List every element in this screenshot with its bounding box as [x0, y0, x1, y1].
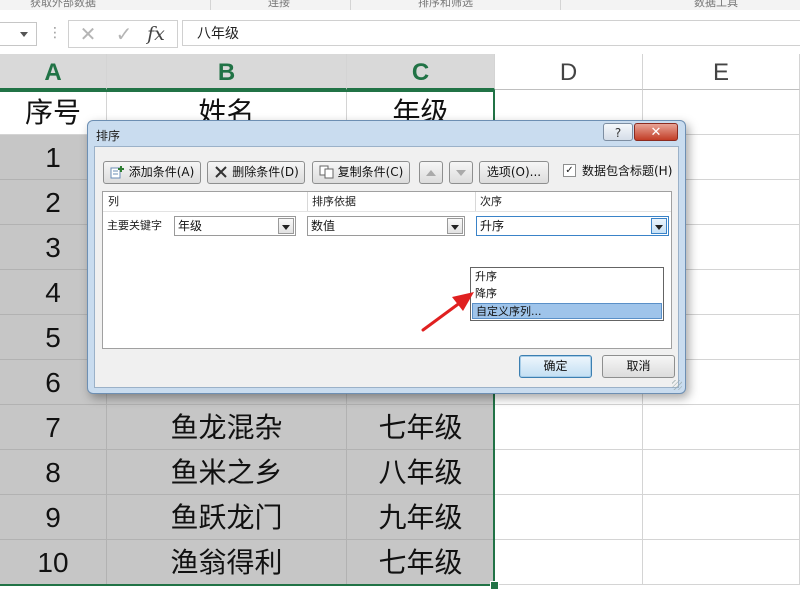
sort-order-select[interactable]: 升序: [476, 216, 669, 236]
name-box-dropdown[interactable]: [0, 22, 37, 46]
ribbon-separator: [210, 0, 211, 10]
table-cell[interactable]: 8: [0, 450, 107, 495]
resize-grip-icon[interactable]: [672, 380, 682, 390]
add-level-button[interactable]: 添加条件(A): [103, 161, 201, 184]
table-cell[interactable]: 九年级: [347, 495, 495, 540]
delete-level-label: 删除条件(D): [232, 165, 299, 179]
formula-bar: ⋮ ✕ ✓ fx 八年级: [0, 10, 800, 55]
empty-cell[interactable]: [643, 495, 800, 540]
move-up-button[interactable]: [419, 161, 443, 184]
dialog-title: 排序: [96, 129, 121, 143]
check-icon[interactable]: ✓: [109, 21, 139, 47]
arrow-down-icon: [456, 169, 466, 176]
copy-icon: [319, 165, 334, 178]
chevron-down-icon[interactable]: [447, 218, 463, 234]
ribbon-group-data-tools[interactable]: 数据工具: [694, 0, 738, 10]
sort-order-dropdown: 升序 降序 自定义序列...: [470, 267, 664, 321]
empty-cell[interactable]: [495, 540, 643, 585]
formula-bar-grip-icon[interactable]: ⋮: [48, 24, 62, 42]
column-header-e[interactable]: E: [643, 54, 800, 90]
table-cell[interactable]: 9: [0, 495, 107, 540]
order-option-custom-list[interactable]: 自定义序列...: [472, 303, 662, 319]
formula-input[interactable]: 八年级: [182, 20, 800, 46]
delete-level-button[interactable]: 删除条件(D): [207, 161, 305, 184]
move-down-button[interactable]: [449, 161, 473, 184]
ribbon-separator: [350, 0, 351, 10]
empty-cell[interactable]: [643, 450, 800, 495]
help-button[interactable]: ?: [603, 123, 633, 141]
column-header-b[interactable]: B: [107, 54, 347, 90]
column-header-c[interactable]: C: [347, 54, 495, 90]
delete-icon: [215, 165, 227, 178]
insert-function-icon[interactable]: fx: [141, 21, 171, 47]
table-cell[interactable]: 七年级: [347, 405, 495, 450]
table-cell[interactable]: 鱼龙混杂: [107, 405, 347, 450]
column-headers: A B C D E: [0, 54, 800, 90]
list-header-order: 次序: [480, 195, 502, 208]
formula-buttons: ✕ ✓ fx: [68, 20, 178, 48]
options-button[interactable]: 选项(O)...: [479, 161, 549, 184]
table-cell[interactable]: 鱼米之乡: [107, 450, 347, 495]
column-header-a[interactable]: A: [0, 54, 107, 90]
ribbon-group-get-external-data[interactable]: 获取外部数据: [30, 0, 96, 10]
cancel-button[interactable]: 取消: [602, 355, 675, 378]
chevron-down-icon[interactable]: [278, 218, 294, 234]
list-header-sort-on: 排序依据: [312, 195, 356, 208]
empty-cell[interactable]: [495, 405, 643, 450]
dialog-body: 添加条件(A) 删除条件(D) 复制条件(C) 选项(O)... ✓ 数据包含标题…: [94, 146, 679, 388]
checkbox-check-icon: ✓: [563, 164, 576, 177]
sort-order-value: 升序: [480, 219, 505, 233]
ribbon-separator: [560, 0, 561, 10]
empty-cell[interactable]: [495, 450, 643, 495]
list-header-column: 列: [108, 195, 119, 208]
add-level-icon: [110, 165, 124, 178]
table-cell[interactable]: 10: [0, 540, 107, 585]
close-button[interactable]: ✕: [634, 123, 678, 141]
add-level-label: 添加条件(A): [128, 165, 195, 179]
copy-level-button[interactable]: 复制条件(C): [312, 161, 410, 184]
has-headers-checkbox[interactable]: ✓ 数据包含标题(H): [563, 162, 672, 179]
ribbon-group-connections[interactable]: 连接: [268, 0, 290, 10]
chevron-down-icon[interactable]: [651, 218, 667, 234]
arrow-up-icon: [426, 169, 436, 176]
column-header-d[interactable]: D: [495, 54, 643, 90]
sort-column-value: 年级: [178, 219, 203, 233]
sort-on-select[interactable]: 数值: [307, 216, 465, 236]
cancel-icon[interactable]: ✕: [73, 21, 103, 47]
table-cell[interactable]: 渔翁得利: [107, 540, 347, 585]
order-option-ascending[interactable]: 升序: [472, 269, 662, 285]
empty-cell[interactable]: [643, 540, 800, 585]
empty-cell[interactable]: [643, 405, 800, 450]
fill-handle[interactable]: [490, 581, 499, 590]
ribbon-group-sort-filter[interactable]: 排序和筛选: [418, 0, 473, 10]
list-header-rule: [103, 211, 671, 212]
has-headers-label: 数据包含标题(H): [582, 164, 673, 178]
sort-column-select[interactable]: 年级: [174, 216, 296, 236]
copy-level-label: 复制条件(C): [337, 165, 404, 179]
order-option-descending[interactable]: 降序: [472, 286, 662, 302]
sort-on-value: 数值: [311, 219, 336, 233]
empty-cell[interactable]: [495, 495, 643, 540]
sort-dialog: 排序 ? ✕ 添加条件(A) 删除条件(D) 复制条件(C) 选项(O)...: [87, 120, 686, 394]
table-cell[interactable]: 鱼跃龙门: [107, 495, 347, 540]
ok-button[interactable]: 确定: [519, 355, 592, 378]
table-cell[interactable]: 七年级: [347, 540, 495, 585]
table-cell[interactable]: 7: [0, 405, 107, 450]
primary-key-label: 主要关键字: [107, 219, 162, 232]
table-cell[interactable]: 八年级: [347, 450, 495, 495]
